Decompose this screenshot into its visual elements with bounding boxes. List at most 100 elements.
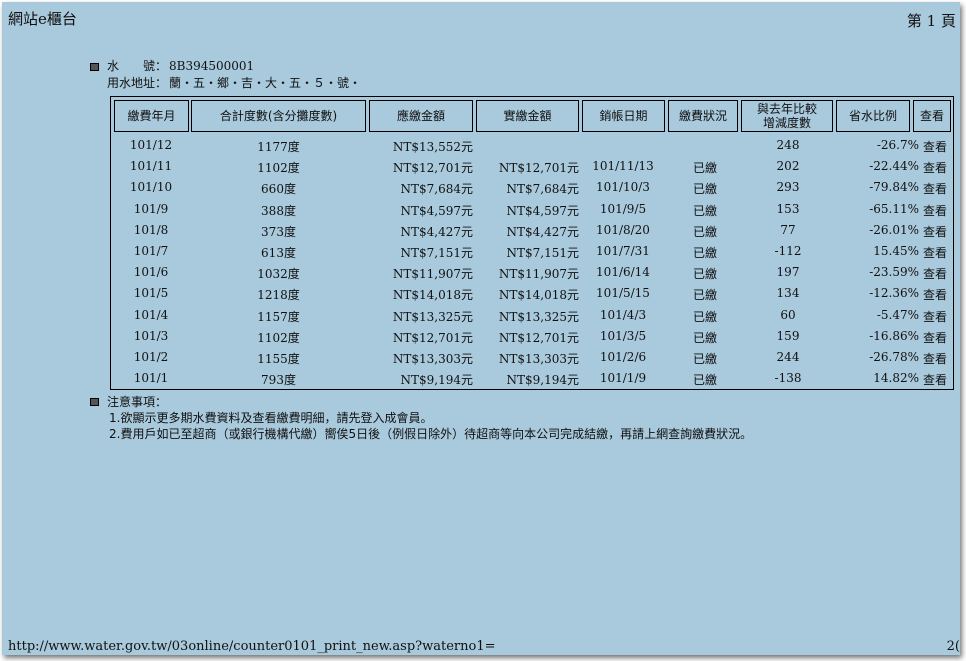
- cell-amount-paid: NT$9,194元: [506, 373, 580, 388]
- cell-amount-due: NT$13,303元: [392, 351, 473, 366]
- cell-month: 101/8: [133, 222, 169, 237]
- view-link[interactable]: 查看: [917, 371, 953, 388]
- table-row: 101/3 1102度 NT$12,701元 NT$12,701元 101/3/…: [111, 326, 953, 347]
- cell-diff: 248: [776, 138, 800, 152]
- view-link[interactable]: 查看: [917, 350, 953, 367]
- cell-diff: 202: [776, 159, 800, 174]
- cell-clear-date: 101/11/13: [592, 159, 654, 174]
- cell-status: 已繳: [692, 373, 717, 388]
- cell-usage: 1218度: [257, 288, 300, 303]
- view-link[interactable]: 查看: [917, 308, 953, 325]
- table-body: 101/12 1177度 NT$13,552元 248 -26.7% 查看 10…: [111, 135, 953, 389]
- cell-diff: 293: [776, 180, 800, 195]
- cell-amount-due: NT$4,427元: [400, 224, 474, 239]
- cell-saving-ratio: -16.86%: [869, 328, 919, 343]
- cell-diff: 77: [780, 222, 796, 237]
- cell-amount-due: NT$14,018元: [392, 288, 473, 303]
- cell-amount-paid: NT$7,684元: [506, 182, 580, 197]
- header-cell: 應繳金額: [369, 100, 473, 132]
- header-cell: 繳費年月: [114, 100, 189, 132]
- cell-amount-paid: NT$13,303元: [498, 351, 579, 366]
- cell-month: 101/6: [133, 265, 169, 280]
- view-link[interactable]: 查看: [917, 202, 953, 219]
- cell-month: 101/11: [129, 159, 173, 174]
- notes-section: 注意事項： 1.欲顯示更多期水費資料及查看繳費明細，請先登入成會員。 2.費用戶…: [90, 394, 752, 442]
- cell-saving-ratio: -12.36%: [869, 286, 919, 301]
- cell-month: 101/1: [133, 371, 169, 386]
- scanned-page: 網站e櫃台 第 1 頁 水 號： 8B394500001 用水地址： 蘭・五・鄉…: [2, 2, 960, 655]
- cell-clear-date: 101/6/14: [596, 265, 650, 280]
- cell-status: 已繳: [692, 267, 717, 282]
- header-cell: 實繳金額: [476, 100, 579, 132]
- cell-clear-date: 101/9/5: [599, 201, 647, 216]
- table-row: 101/4 1157度 NT$13,325元 NT$13,325元 101/4/…: [111, 305, 953, 326]
- cell-month: 101/9: [133, 201, 169, 216]
- cell-status: 已繳: [692, 182, 717, 197]
- cell-status: 已繳: [692, 351, 717, 366]
- water-no-value: 8B394500001: [169, 59, 255, 73]
- view-link[interactable]: 查看: [917, 223, 953, 240]
- billing-table: 繳費年月 合計度數(含分攤度數) 應繳金額 實繳金額 銷帳日期 繳費狀況 與去年…: [110, 96, 954, 390]
- cell-amount-due: NT$13,325元: [392, 309, 473, 324]
- cell-status: 已繳: [692, 245, 717, 260]
- cell-status: 已繳: [692, 288, 717, 303]
- cell-usage: 1102度: [257, 330, 300, 345]
- header-cell: 銷帳日期: [582, 100, 665, 132]
- cell-clear-date: 101/7/31: [596, 243, 650, 258]
- cell-amount-paid: NT$14,018元: [498, 288, 579, 303]
- footer-page-fragment: 2(: [946, 639, 960, 654]
- bullet-icon: [90, 398, 99, 406]
- table-row: 101/1 793度 NT$9,194元 NT$9,194元 101/1/9 已…: [111, 368, 953, 389]
- cell-amount-due: NT$7,151元: [400, 245, 474, 260]
- cell-amount-paid: NT$13,325元: [498, 309, 579, 324]
- header-cell: 繳費狀況: [668, 100, 738, 132]
- cell-amount-paid: NT$12,701元: [498, 161, 579, 176]
- cell-diff: 197: [776, 265, 800, 280]
- cell-amount-paid: NT$4,427元: [506, 224, 580, 239]
- table-row: 101/6 1032度 NT$11,907元 NT$11,907元 101/6/…: [111, 262, 953, 283]
- cell-usage: 613度: [261, 245, 296, 260]
- table-row: 101/8 373度 NT$4,427元 NT$4,427元 101/8/20 …: [111, 220, 953, 241]
- cell-saving-ratio: -26.78%: [869, 349, 919, 364]
- cell-month: 101/4: [133, 307, 169, 322]
- cell-amount-due: NT$4,597元: [400, 203, 474, 218]
- cell-amount-paid: NT$7,151元: [506, 245, 580, 260]
- view-link[interactable]: 查看: [917, 329, 953, 346]
- view-link[interactable]: 查看: [917, 138, 953, 155]
- address-value: 蘭・五・鄉・吉・大・五・５・號・: [169, 76, 362, 90]
- view-link[interactable]: 查看: [917, 286, 953, 303]
- cell-clear-date: 101/1/9: [599, 371, 647, 386]
- table-row: 101/5 1218度 NT$14,018元 NT$14,018元 101/5/…: [111, 283, 953, 304]
- cell-amount-paid: NT$4,597元: [506, 203, 580, 218]
- table-row: 101/2 1155度 NT$13,303元 NT$13,303元 101/2/…: [111, 347, 953, 368]
- cell-month: 101/5: [133, 286, 169, 301]
- table-row: 101/12 1177度 NT$13,552元 248 -26.7% 查看: [111, 135, 953, 156]
- cell-amount-due: NT$12,701元: [392, 161, 473, 176]
- cell-amount-due: NT$13,552元: [392, 140, 473, 154]
- cell-amount-paid: NT$12,701元: [498, 330, 579, 345]
- view-link[interactable]: 查看: [917, 244, 953, 261]
- cell-amount-due: NT$11,907元: [392, 267, 473, 282]
- view-link[interactable]: 查看: [917, 180, 953, 197]
- cell-usage: 388度: [261, 203, 296, 218]
- cell-usage: 793度: [261, 373, 296, 388]
- table-row: 101/7 613度 NT$7,151元 NT$7,151元 101/7/31 …: [111, 241, 953, 262]
- note-item: 1.欲顯示更多期水費資料及查看繳費明細，請先登入成會員。: [109, 411, 433, 425]
- footer-url: http://www.water.gov.tw/03online/counter…: [8, 639, 496, 654]
- view-link[interactable]: 查看: [917, 265, 953, 282]
- cell-status: 已繳: [692, 203, 717, 218]
- cell-usage: 1032度: [257, 267, 300, 282]
- header-cell: 與去年比較 增減度數: [741, 100, 833, 132]
- cell-month: 101/2: [133, 349, 169, 364]
- cell-usage: 1157度: [257, 309, 300, 324]
- cell-diff: 244: [776, 349, 800, 364]
- cell-saving-ratio: -26.01%: [869, 222, 919, 237]
- cell-amount-due: NT$7,684元: [400, 182, 474, 197]
- cell-status: 已繳: [692, 161, 717, 176]
- cell-diff: -138: [774, 371, 802, 386]
- site-title: 網站e櫃台: [8, 10, 77, 28]
- water-no-label: 水 號：: [107, 59, 168, 73]
- view-link[interactable]: 查看: [917, 159, 953, 176]
- cell-amount-due: NT$12,701元: [392, 330, 473, 345]
- header-cell: 省水比例: [836, 100, 910, 132]
